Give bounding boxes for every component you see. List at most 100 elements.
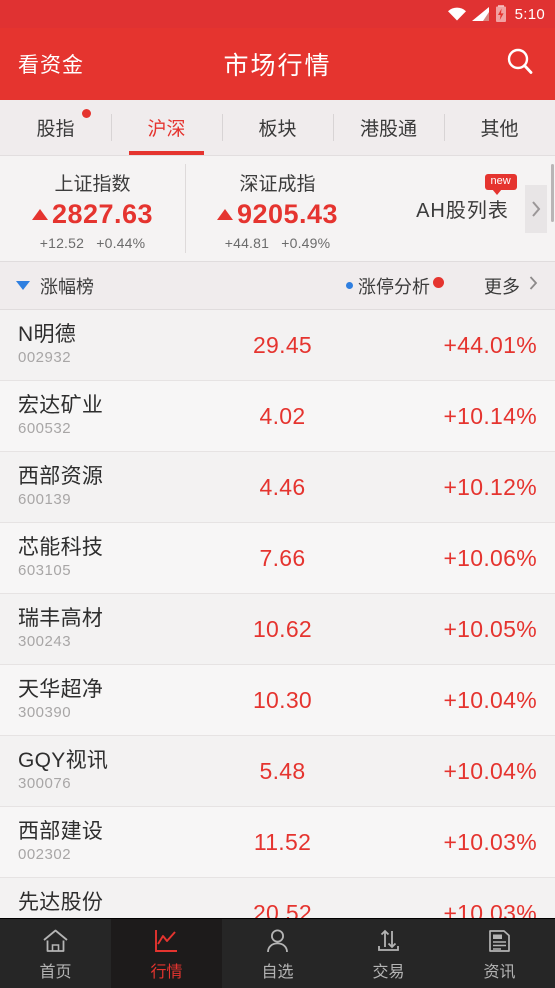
index-name: 上证指数: [54, 173, 131, 195]
market-tabs: 股指 沪深 板块 港股通 其他: [0, 100, 555, 156]
triangle-down-icon: [16, 281, 30, 290]
nav-item-watchlist[interactable]: 自选: [222, 919, 333, 988]
stock-change-percent: +10.12%: [443, 473, 537, 500]
app-header: 看资金 市场行情: [0, 28, 555, 100]
nav-item-trade[interactable]: 交易: [333, 919, 444, 988]
chevron-right-icon: [528, 274, 539, 297]
limit-up-analysis-link[interactable]: 涨停分析: [346, 273, 444, 299]
stock-name: 先达股份: [18, 890, 104, 914]
stock-code: 300390: [18, 703, 72, 721]
index-value: 9205.43: [236, 198, 339, 229]
tab-label: 其他: [480, 119, 519, 140]
stock-identity: GQY视讯 300076: [18, 749, 208, 794]
index-percent: +0.44%: [96, 234, 146, 251]
stock-code: 600532: [18, 419, 72, 437]
tab-hushen[interactable]: 沪深: [111, 100, 222, 155]
stock-row[interactable]: GQY视讯 300076 5.48 +10.04%: [0, 736, 555, 807]
stock-row[interactable]: 芯能科技 603105 7.66 +10.06%: [0, 523, 555, 594]
index-card-shenzhen[interactable]: 深证成指 9205.43 +44.81 +0.49%: [185, 156, 370, 261]
tab-qita[interactable]: 其他: [444, 100, 555, 155]
index-change: +12.52: [39, 234, 85, 251]
nav-label: 交易: [372, 963, 405, 981]
stock-change-percent: +10.05%: [443, 615, 537, 642]
stock-row[interactable]: 宏达矿业 600532 4.02 +10.14%: [0, 381, 555, 452]
ah-stock-list-card[interactable]: AH股列表 new: [370, 156, 555, 261]
transfer-icon: [375, 926, 402, 953]
index-scrollbar[interactable]: [551, 164, 554, 222]
index-sub: +44.81 +0.49%: [225, 235, 331, 251]
stock-price: 4.46: [259, 473, 306, 500]
stock-identity: 宏达矿业 600532: [18, 394, 208, 439]
stock-row[interactable]: 瑞丰高材 300243 10.62 +10.05%: [0, 594, 555, 665]
blue-dot-icon: [346, 282, 353, 289]
index-card-shanghai[interactable]: 上证指数 2827.63 +12.52 +0.44%: [0, 156, 185, 261]
stock-row[interactable]: 天华超净 300390 10.30 +10.04%: [0, 665, 555, 736]
nav-label: 资讯: [483, 963, 516, 981]
stock-change-percent: +10.04%: [443, 686, 537, 713]
tab-label: 板块: [258, 119, 297, 140]
stock-name: 西部资源: [18, 464, 104, 488]
tab-guzhi[interactable]: 股指: [0, 100, 111, 155]
nav-item-home[interactable]: 首页: [0, 919, 111, 988]
stock-change-percent: +10.04%: [443, 757, 537, 784]
stock-price: 5.48: [259, 757, 306, 784]
stock-identity: 西部资源 600139: [18, 465, 208, 510]
stock-price: 11.52: [253, 828, 312, 855]
stock-name: 瑞丰高材: [18, 606, 104, 630]
stock-name: GQY视讯: [18, 748, 109, 772]
stock-name: 西部建设: [18, 819, 104, 843]
triangle-up-icon: [216, 208, 233, 220]
stock-row[interactable]: N明德 002932 29.45 +44.01%: [0, 310, 555, 381]
stock-change-percent: +10.06%: [443, 544, 537, 571]
tab-label: 股指: [36, 119, 75, 140]
filter-bar: 涨幅榜 涨停分析 更多: [0, 262, 555, 310]
nav-item-market[interactable]: 行情: [111, 919, 222, 988]
tab-ganggutong[interactable]: 港股通: [333, 100, 444, 155]
stock-change-percent: +10.14%: [443, 402, 537, 429]
triangle-up-icon: [31, 208, 48, 220]
tab-label: 港股通: [359, 119, 417, 140]
status-time: 5:10: [514, 5, 545, 23]
index-change: +44.81: [224, 234, 270, 251]
stock-change-percent: +44.01%: [443, 331, 537, 358]
nav-label: 自选: [261, 963, 294, 981]
sort-label: 涨幅榜: [40, 276, 94, 297]
stock-code: 300243: [18, 632, 72, 650]
search-button[interactable]: [503, 45, 537, 84]
stock-row[interactable]: 先达股份603086 20.52 +10.03%: [0, 878, 555, 918]
nav-item-news[interactable]: 资讯: [444, 919, 555, 988]
stock-code: 002932: [18, 348, 72, 366]
chevron-right-icon[interactable]: [525, 184, 547, 233]
more-button[interactable]: 更多: [484, 273, 539, 299]
sort-selector[interactable]: 涨幅榜: [16, 273, 94, 299]
nav-label: 首页: [39, 963, 72, 981]
stock-price: 7.66: [259, 544, 306, 571]
app-root: 5:10 看资金 市场行情 股指 沪深 板块 港股通 其他 上证指数 2827.…: [0, 0, 555, 988]
status-bar: 5:10: [0, 0, 555, 28]
index-sub: +12.52 +0.44%: [40, 235, 146, 251]
tab-label: 沪深: [147, 119, 186, 140]
stock-identity: 西部建设 002302: [18, 820, 208, 865]
header-left-action[interactable]: 看资金: [18, 49, 84, 79]
index-value-wrap: 2827.63: [31, 199, 153, 230]
analysis-label: 涨停分析: [358, 276, 430, 297]
stock-list[interactable]: N明德 002932 29.45 +44.01% 宏达矿业 600532 4.02 +10.1…: [0, 310, 555, 918]
stock-identity: 天华超净 300390: [18, 678, 208, 723]
stock-row[interactable]: 西部资源 600139 4.46 +10.12%: [0, 452, 555, 523]
stock-identity: 瑞丰高材 300243: [18, 607, 208, 652]
index-value-wrap: 9205.43: [216, 198, 339, 230]
stock-name: 芯能科技: [18, 535, 104, 559]
stock-change-percent: +10.03%: [443, 899, 537, 919]
index-percent: +0.49%: [281, 234, 331, 251]
battery-charging-icon: [495, 5, 507, 23]
stock-row[interactable]: 西部建设 002302 11.52 +10.03%: [0, 807, 555, 878]
stock-identity: 芯能科技 603105: [18, 536, 208, 581]
tab-bankuai[interactable]: 板块: [222, 100, 333, 155]
nav-label: 行情: [150, 963, 183, 981]
stock-price: 29.45: [252, 331, 313, 358]
stock-identity: N明德 002932: [18, 323, 208, 368]
ah-card-label: AH股列表: [416, 200, 509, 222]
home-icon: [42, 926, 69, 953]
stock-price: 10.62: [252, 615, 313, 642]
search-icon: [503, 45, 537, 84]
